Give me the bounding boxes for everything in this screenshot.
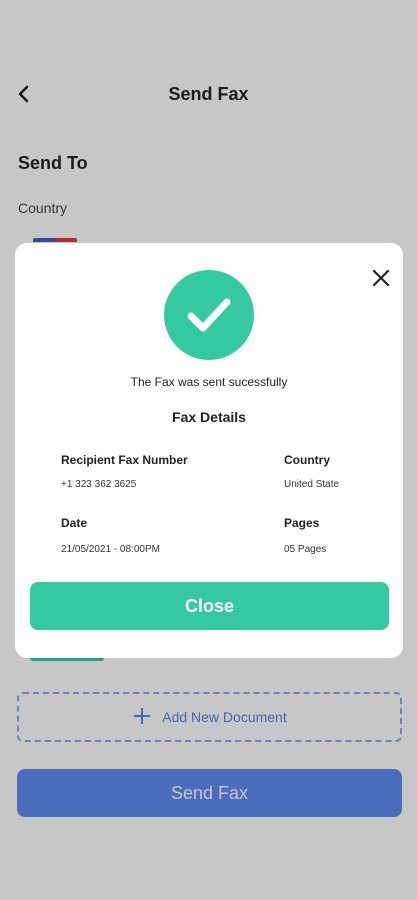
country-detail-label: Country bbox=[284, 453, 330, 467]
close-icon[interactable] bbox=[369, 266, 393, 290]
date-label: Date bbox=[61, 516, 88, 530]
checkmark-icon bbox=[187, 298, 231, 332]
fax-details-title: Fax Details bbox=[172, 409, 246, 425]
fax-success-modal: The Fax was sent sucessfully Fax Details… bbox=[15, 243, 403, 658]
recipient-fax-number-label: Recipient Fax Number bbox=[61, 453, 188, 467]
success-badge bbox=[164, 270, 254, 360]
date-value: 21/05/2021 - 08:00PM bbox=[61, 544, 160, 555]
country-detail-value: United State bbox=[284, 479, 340, 490]
recipient-fax-number-value: +1 323 362 3625 bbox=[61, 479, 137, 490]
pages-value: 05 Pages bbox=[284, 544, 327, 555]
close-button[interactable]: Close bbox=[30, 582, 389, 630]
pages-label: Pages bbox=[284, 516, 320, 530]
success-message: The Fax was sent sucessfully bbox=[130, 375, 288, 389]
